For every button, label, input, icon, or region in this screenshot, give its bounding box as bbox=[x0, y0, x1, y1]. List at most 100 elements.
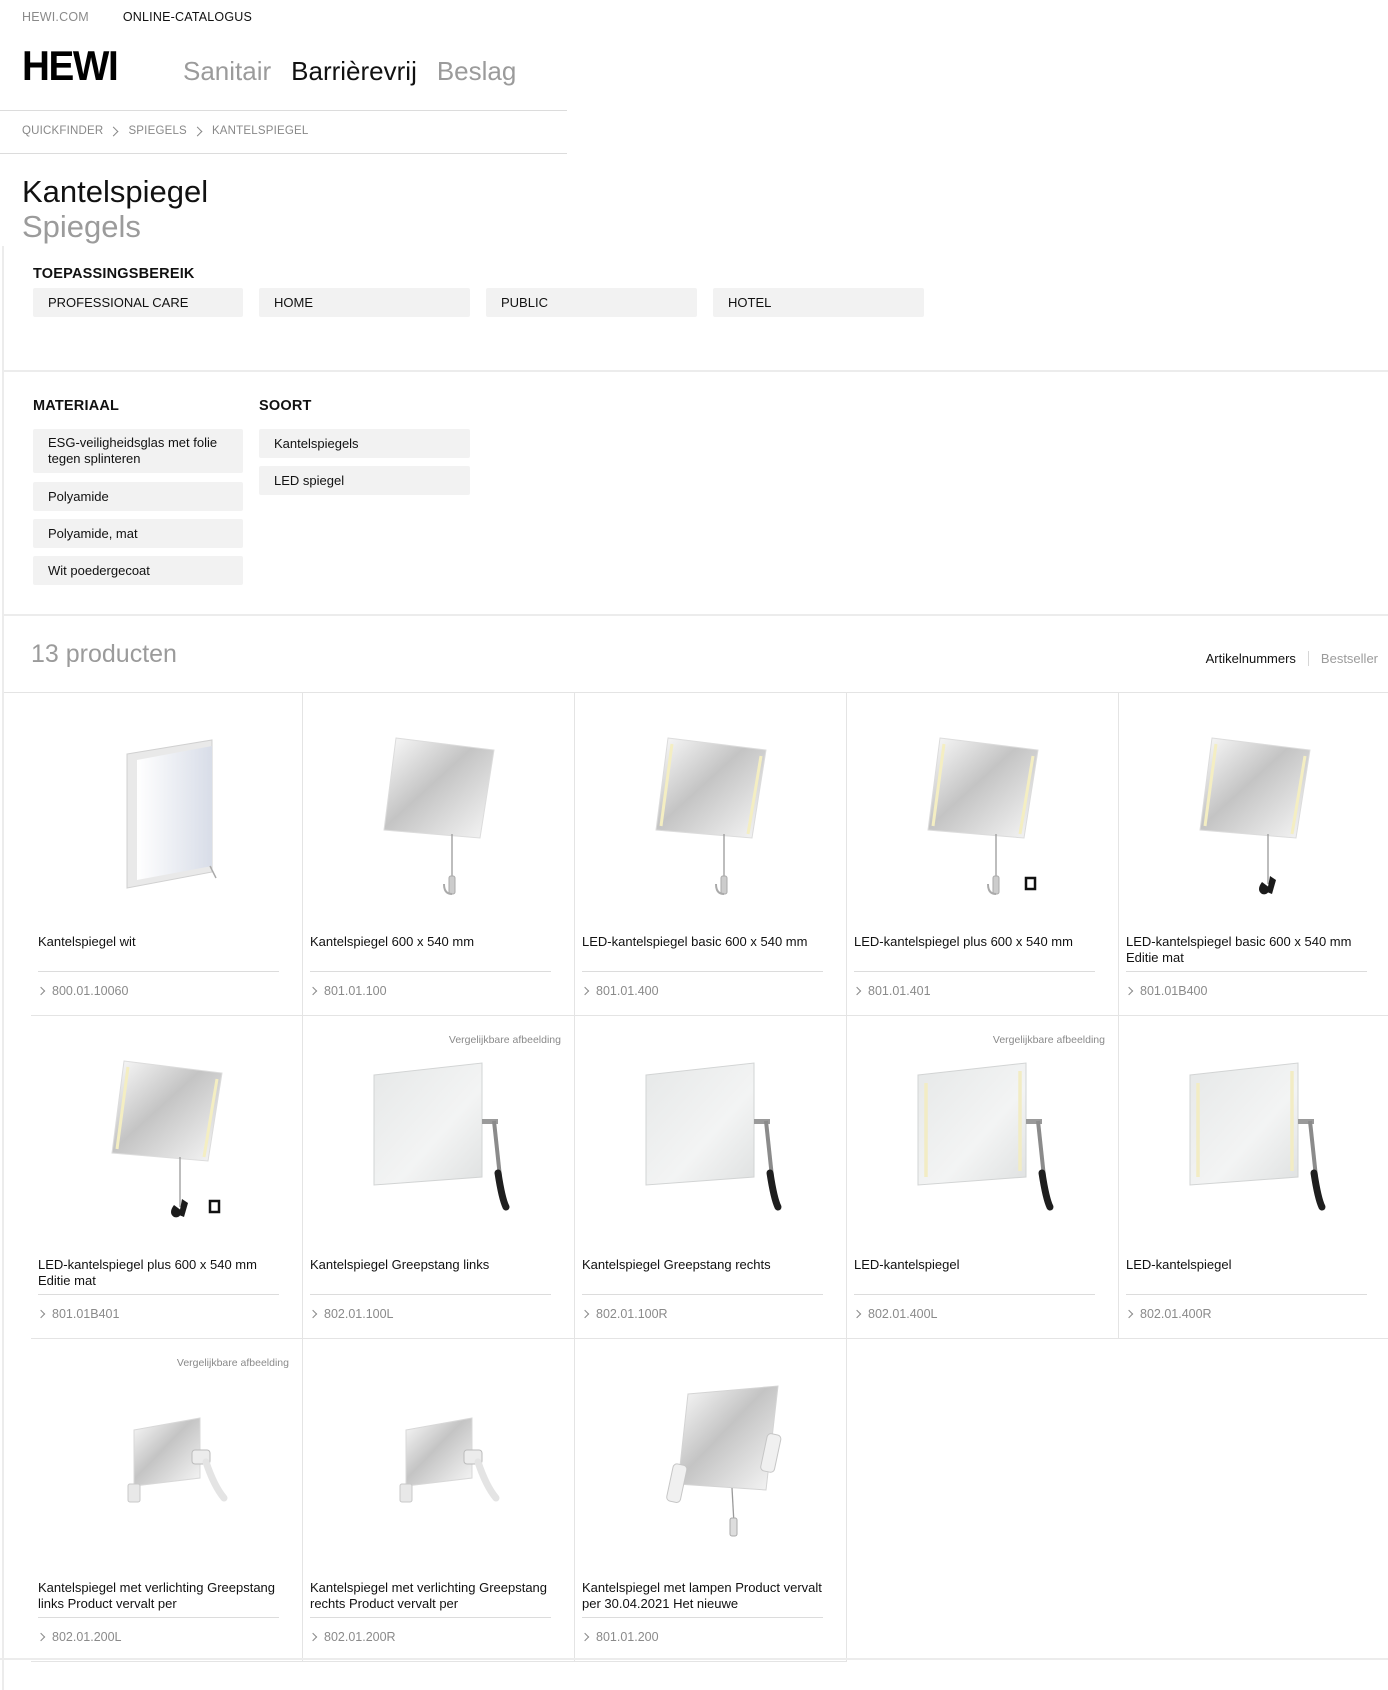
product-card[interactable]: Kantelspiegel Greepstang rechts 802.01.1… bbox=[574, 1016, 847, 1339]
product-name[interactable]: LED-kantelspiegel plus 600 x 540 mm bbox=[854, 934, 1102, 950]
product-image[interactable] bbox=[1119, 721, 1388, 921]
product-card[interactable]: LED-kantelspiegel plus 600 x 540 mm 801.… bbox=[846, 693, 1119, 1016]
product-image[interactable] bbox=[1119, 1044, 1388, 1244]
chevron-right-icon bbox=[1124, 1309, 1134, 1319]
product-image[interactable] bbox=[31, 721, 303, 921]
product-article-number[interactable]: 801.01.200 bbox=[580, 1630, 659, 1644]
nav-barrierevrij[interactable]: Barrièrevrij bbox=[291, 54, 417, 88]
product-image[interactable] bbox=[575, 721, 847, 921]
product-separator bbox=[582, 1294, 823, 1295]
product-separator bbox=[310, 1294, 551, 1295]
chevron-right-icon bbox=[36, 1309, 46, 1319]
chevron-right-icon bbox=[108, 126, 119, 136]
product-separator bbox=[38, 1617, 279, 1618]
chevron-right-icon bbox=[580, 1632, 590, 1642]
product-separator bbox=[1126, 971, 1367, 972]
product-separator bbox=[582, 971, 823, 972]
product-name[interactable]: LED-kantelspiegel basic 600 x 540 mm Edi… bbox=[1126, 934, 1374, 966]
product-name[interactable]: Kantelspiegel met verlichting Greepstang… bbox=[38, 1580, 286, 1612]
product-card[interactable]: Kantelspiegel 600 x 540 mm 801.01.100 bbox=[302, 693, 575, 1016]
article-number-text: 802.01.400L bbox=[868, 1307, 938, 1321]
product-image[interactable] bbox=[303, 1367, 575, 1567]
product-image[interactable] bbox=[575, 1044, 847, 1244]
product-article-number[interactable]: 801.01.401 bbox=[852, 984, 931, 998]
product-article-number[interactable]: 802.01.400L bbox=[852, 1307, 938, 1321]
product-article-number[interactable]: 801.01.400 bbox=[580, 984, 659, 998]
product-image[interactable] bbox=[31, 1044, 303, 1244]
section-divider bbox=[4, 614, 1388, 616]
article-number-text: 801.01B401 bbox=[52, 1307, 120, 1321]
product-name[interactable]: Kantelspiegel met lampen Product vervalt… bbox=[582, 1580, 830, 1612]
filter-esg-glass[interactable]: ESG-veiligheidsglas met folie tegen spli… bbox=[33, 429, 243, 473]
product-card[interactable]: Vergelijkbare afbeelding Kantelspiegel G… bbox=[302, 1016, 575, 1339]
article-number-text: 801.01.200 bbox=[596, 1630, 659, 1644]
article-number-text: 802.01.100L bbox=[324, 1307, 394, 1321]
chevron-right-icon bbox=[36, 1632, 46, 1642]
filter-home[interactable]: HOME bbox=[259, 288, 470, 317]
filter-hotel[interactable]: HOTEL bbox=[713, 288, 924, 317]
product-card[interactable]: Vergelijkbare afbeelding Kantelspiegel m… bbox=[31, 1339, 303, 1662]
breadcrumb-quickfinder[interactable]: QUICKFINDER bbox=[22, 125, 103, 137]
chevron-right-icon bbox=[852, 986, 862, 996]
article-number-text: 801.01.400 bbox=[596, 984, 659, 998]
top-links: HEWI.COM ONLINE-CATALOGUS bbox=[22, 10, 252, 24]
article-number-text: 800.01.10060 bbox=[52, 984, 129, 998]
product-card[interactable]: Kantelspiegel met lampen Product vervalt… bbox=[574, 1339, 847, 1662]
filter-led-spiegel[interactable]: LED spiegel bbox=[259, 466, 470, 495]
product-image[interactable] bbox=[303, 721, 575, 921]
filter-polyamide[interactable]: Polyamide bbox=[33, 482, 243, 511]
filter-polyamide-mat[interactable]: Polyamide, mat bbox=[33, 519, 243, 548]
product-card[interactable]: LED-kantelspiegel 802.01.400R bbox=[1118, 1016, 1388, 1339]
product-card[interactable]: LED-kantelspiegel basic 600 x 540 mm 801… bbox=[574, 693, 847, 1016]
product-name[interactable]: LED-kantelspiegel basic 600 x 540 mm bbox=[582, 934, 830, 950]
product-separator bbox=[310, 1617, 551, 1618]
product-name[interactable]: Kantelspiegel 600 x 540 mm bbox=[310, 934, 558, 950]
card-divider bbox=[31, 1661, 303, 1662]
breadcrumb-spiegels[interactable]: SPIEGELS bbox=[128, 125, 187, 137]
product-article-number[interactable]: 801.01B401 bbox=[36, 1307, 120, 1321]
nav-beslag[interactable]: Beslag bbox=[437, 54, 517, 88]
product-name[interactable]: LED-kantelspiegel bbox=[854, 1257, 1102, 1273]
breadcrumb-kantelspiegel[interactable]: KANTELSPIEGEL bbox=[212, 125, 309, 137]
sort-artikelnummers[interactable]: Artikelnummers bbox=[1206, 651, 1309, 666]
filter-professional-care[interactable]: PROFESSIONAL CARE bbox=[33, 288, 243, 317]
article-number-text: 802.01.200L bbox=[52, 1630, 122, 1644]
product-name[interactable]: Kantelspiegel Greepstang links bbox=[310, 1257, 558, 1273]
product-article-number[interactable]: 802.01.100R bbox=[580, 1307, 668, 1321]
product-name[interactable]: Kantelspiegel wit bbox=[38, 934, 286, 950]
hewi-com-link[interactable]: HEWI.COM bbox=[22, 10, 89, 24]
product-card[interactable]: Kantelspiegel wit 800.01.10060 bbox=[31, 693, 303, 1016]
product-card[interactable]: Kantelspiegel met verlichting Greepstang… bbox=[302, 1339, 575, 1662]
hewi-logo[interactable]: HEWI bbox=[22, 42, 119, 90]
product-card[interactable]: LED-kantelspiegel plus 600 x 540 mm Edit… bbox=[31, 1016, 303, 1339]
product-article-number[interactable]: 802.01.200L bbox=[36, 1630, 122, 1644]
filter-public[interactable]: PUBLIC bbox=[486, 288, 697, 317]
product-article-number[interactable]: 801.01.100 bbox=[308, 984, 387, 998]
filter-kantelspiegels[interactable]: Kantelspiegels bbox=[259, 429, 470, 458]
chevron-right-icon bbox=[308, 1309, 318, 1319]
online-catalogue-link[interactable]: ONLINE-CATALOGUS bbox=[123, 10, 252, 24]
product-name[interactable]: LED-kantelspiegel plus 600 x 540 mm Edit… bbox=[38, 1257, 286, 1289]
product-article-number[interactable]: 802.01.100L bbox=[308, 1307, 394, 1321]
product-name[interactable]: LED-kantelspiegel bbox=[1126, 1257, 1374, 1273]
product-image[interactable] bbox=[847, 1044, 1119, 1244]
product-name[interactable]: Kantelspiegel Greepstang rechts bbox=[582, 1257, 830, 1273]
product-article-number[interactable]: 802.01.200R bbox=[308, 1630, 396, 1644]
product-article-number[interactable]: 801.01B400 bbox=[1124, 984, 1207, 998]
filter-wit-poedergecoat[interactable]: Wit poedergecoat bbox=[33, 556, 243, 585]
product-card[interactable]: Vergelijkbare afbeelding LED-kantelspieg… bbox=[846, 1016, 1119, 1339]
product-card[interactable]: LED-kantelspiegel basic 600 x 540 mm Edi… bbox=[1118, 693, 1388, 1016]
product-article-number[interactable]: 800.01.10060 bbox=[36, 984, 129, 998]
product-image[interactable] bbox=[303, 1044, 575, 1244]
product-image[interactable] bbox=[575, 1367, 847, 1567]
product-image[interactable] bbox=[31, 1367, 303, 1567]
sort-bestseller[interactable]: Bestseller bbox=[1309, 651, 1378, 666]
article-number-text: 802.01.200R bbox=[324, 1630, 396, 1644]
nav-sanitair[interactable]: Sanitair bbox=[183, 54, 271, 88]
product-image[interactable] bbox=[847, 721, 1119, 921]
product-article-number[interactable]: 802.01.400R bbox=[1124, 1307, 1212, 1321]
chevron-right-icon bbox=[308, 986, 318, 996]
product-separator bbox=[854, 1294, 1095, 1295]
product-name[interactable]: Kantelspiegel met verlichting Greepstang… bbox=[310, 1580, 558, 1612]
main-nav: Sanitair Barrièrevrij Beslag bbox=[183, 54, 516, 88]
